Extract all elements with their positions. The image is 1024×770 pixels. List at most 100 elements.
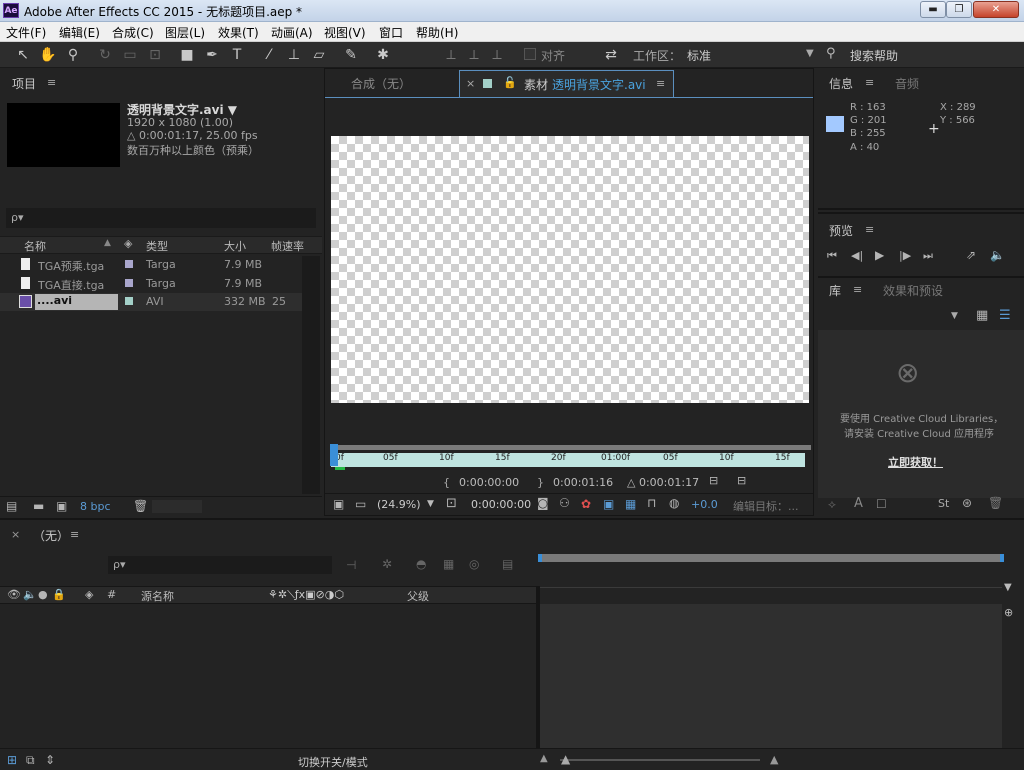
draft-3d-icon[interactable]: ✲ — [382, 557, 392, 571]
show-snapshot-icon[interactable]: ⚇ — [559, 496, 570, 510]
expand-duration-icon[interactable]: ⇕ — [45, 753, 55, 767]
grid-view-icon[interactable]: ▦ — [976, 308, 988, 323]
interpret-footage-icon[interactable]: ▤ — [6, 499, 17, 513]
panel-menu-icon[interactable]: ≡ — [865, 76, 874, 89]
out-point-icon[interactable]: } — [537, 476, 544, 489]
next-frame-icon[interactable]: |▶ — [899, 249, 911, 262]
audio-icon[interactable]: 🔈 — [990, 248, 1005, 262]
last-frame-icon[interactable]: ⏭ — [923, 249, 933, 263]
graphic-icon[interactable]: ☐ — [876, 497, 887, 511]
in-point-icon[interactable]: { — [443, 476, 450, 489]
workspace-select[interactable]: 标准 — [687, 47, 711, 64]
pan-behind-tool-icon[interactable]: ⊡ — [146, 46, 164, 64]
workspace-swap-icon[interactable]: ⇄ — [600, 46, 622, 64]
panel-menu-icon[interactable]: ≡ — [865, 223, 874, 236]
stock-icon[interactable]: St — [938, 497, 949, 510]
expand-switches-icon[interactable]: ⊞ — [7, 753, 17, 767]
tab-timeline[interactable]: （无） — [33, 527, 69, 544]
menu-animation[interactable]: 动画(A) — [271, 24, 313, 41]
channel-icon[interactable]: ✿ — [581, 497, 591, 511]
fast-previews-icon[interactable]: ⊓ — [647, 496, 656, 510]
local-axis-icon[interactable]: ⟂ — [442, 46, 460, 64]
puppet-pin-tool-icon[interactable]: ✱ — [374, 46, 392, 64]
menu-window[interactable]: 窗口 — [379, 24, 403, 41]
graph-editor-icon[interactable]: ▤ — [502, 557, 513, 571]
lock-icon[interactable]: 🔒 — [52, 588, 66, 601]
get-now-link[interactable]: 立即获取！ — [888, 454, 943, 470]
work-area-bar[interactable] — [331, 445, 811, 450]
menu-layer[interactable]: 图层(L) — [165, 24, 205, 41]
menu-file[interactable]: 文件(F) — [6, 24, 46, 41]
label-swatch[interactable] — [125, 297, 133, 305]
monitor-icon[interactable]: ▭ — [355, 497, 366, 511]
in-point[interactable]: 0:00:00:00 — [459, 476, 519, 489]
trash-icon[interactable]: 🗑 — [133, 499, 148, 513]
camera-tool-icon[interactable]: ▭ — [121, 46, 139, 64]
overlay-edit-icon[interactable]: ⊟ — [737, 474, 746, 487]
tab-preview[interactable]: 预览 — [829, 222, 853, 239]
comp-button-icon[interactable]: ⊕ — [1004, 606, 1013, 619]
transparency-grid-icon[interactable]: ▦ — [625, 497, 636, 511]
previous-frame-icon[interactable]: ◀| — [851, 249, 863, 262]
frame-blending-icon[interactable]: ▦ — [443, 557, 454, 571]
project-search-input[interactable]: ρ▾ — [6, 208, 316, 228]
clone-stamp-tool-icon[interactable]: ⊥ — [285, 46, 303, 64]
zoom-slider-track[interactable] — [560, 759, 760, 761]
maximize-button[interactable]: ❐ — [946, 1, 972, 18]
chevron-down-icon[interactable]: ▼ — [806, 48, 814, 59]
hand-tool-icon[interactable]: ✋ — [39, 46, 57, 64]
zoom-slider-handle[interactable]: ▲ — [561, 752, 570, 766]
menu-composition[interactable]: 合成(C) — [112, 24, 154, 41]
layer-switches-icon[interactable]: ⚘✲⟍ƒx▣⊘◑⬡ — [268, 588, 344, 602]
rotate-tool-icon[interactable]: ↻ — [96, 46, 114, 64]
table-row[interactable]: ....avi AVI 332 MB 25 — [0, 293, 302, 311]
column-source-name[interactable]: 源名称 — [141, 588, 174, 604]
ripple-insert-icon[interactable]: ⊟ — [709, 474, 718, 487]
row-name-editing[interactable]: ....avi — [35, 294, 118, 310]
motion-blur-icon[interactable]: ◎ — [469, 557, 479, 571]
tab-audio[interactable]: 音频 — [895, 75, 919, 92]
grid-guides-icon[interactable]: ▣ — [603, 497, 614, 511]
current-time[interactable]: 0:00:00:00 — [471, 498, 531, 511]
column-name[interactable]: 名称 — [24, 238, 46, 254]
menu-help[interactable]: 帮助(H) — [416, 24, 458, 41]
eraser-tool-icon[interactable]: ▱ — [310, 46, 328, 64]
audio-icon[interactable]: 🔈 — [23, 588, 37, 601]
close-icon[interactable]: × — [11, 528, 20, 541]
comp-mini-flowchart-icon[interactable]: ⊣ — [346, 558, 356, 572]
label-tag-icon[interactable]: ◈ — [124, 237, 132, 250]
column-size[interactable]: 大小 — [224, 238, 246, 254]
menu-effect[interactable]: 效果(T) — [218, 24, 259, 41]
reset-exposure-icon[interactable]: ◍ — [669, 496, 679, 510]
bit-depth-button[interactable]: 8 bpc — [80, 500, 111, 513]
tab-info[interactable]: 信息 — [829, 75, 853, 92]
menu-edit[interactable]: 编辑(E) — [59, 24, 100, 41]
loop-icon[interactable]: ⇗ — [966, 248, 976, 262]
zoom-level[interactable]: (24.9%) — [377, 498, 421, 511]
tab-effects-presets[interactable]: 效果和预设 — [883, 282, 943, 299]
shy-icon[interactable]: ◓ — [416, 557, 426, 571]
first-frame-icon[interactable]: ⏮ — [827, 249, 837, 263]
tab-composition[interactable]: 合成（无） — [351, 75, 411, 92]
sort-ascending-icon[interactable]: ▲ — [104, 238, 111, 248]
label-tag-icon[interactable]: ◈ — [85, 588, 93, 601]
out-point[interactable]: 0:00:01:16 — [553, 476, 613, 489]
timeline-work-area[interactable] — [538, 554, 1004, 562]
label-swatch[interactable] — [125, 260, 133, 268]
tab-footage[interactable]: × 🔓 素材 透明背景文字.avi ≡ — [459, 70, 674, 97]
new-composition-icon[interactable]: ▣ — [56, 499, 67, 513]
always-preview-icon[interactable]: ▣ — [333, 497, 344, 511]
expand-modes-icon[interactable]: ⧉ — [26, 753, 35, 768]
add-color-icon[interactable]: ⟡ — [828, 497, 836, 512]
exposure-value[interactable]: +0.0 — [691, 498, 718, 511]
menu-view[interactable]: 视图(V) — [324, 24, 366, 41]
rectangle-tool-icon[interactable]: ■ — [178, 46, 196, 64]
minimize-button[interactable]: ▬ — [920, 1, 946, 18]
trash-icon[interactable]: 🗑 — [988, 496, 1003, 510]
close-button[interactable]: ✕ — [973, 1, 1019, 18]
playhead[interactable] — [330, 444, 338, 466]
brush-tool-icon[interactable]: ⁄ — [260, 46, 278, 64]
new-folder-icon[interactable]: ▬ — [33, 499, 44, 513]
sync-icon[interactable]: ⊛ — [962, 496, 972, 510]
play-icon[interactable]: ▶ — [875, 248, 884, 262]
